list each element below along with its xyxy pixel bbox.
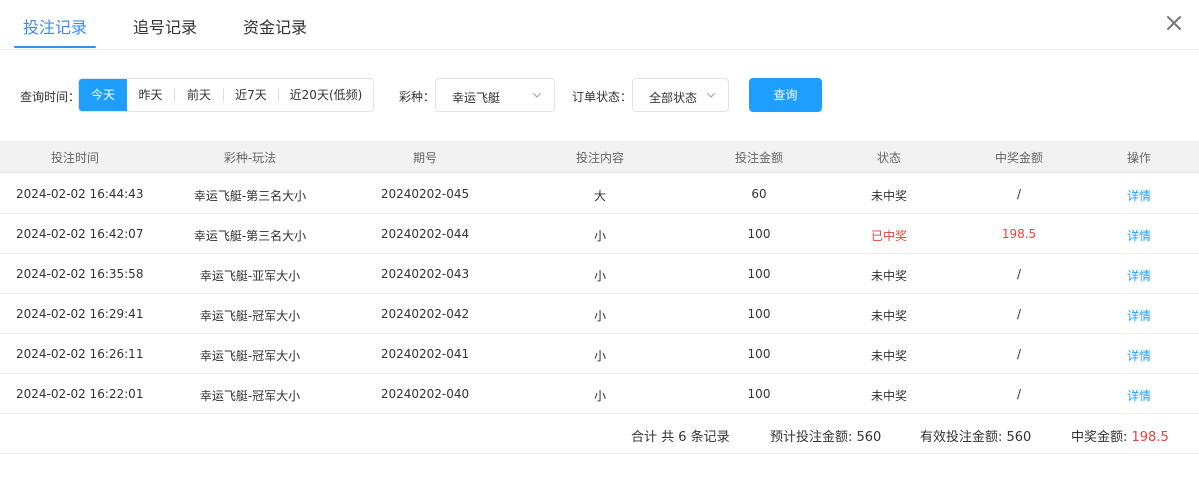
table-header: 投注时间 彩种-玩法 期号 投注内容 投注金额 状态 中奖金额 操作 bbox=[0, 141, 1199, 173]
filter-bar: 查询时间： 今天 昨天 前天 近7天 近20天(低频) 彩种： 幸运飞艇 订单状… bbox=[0, 78, 1199, 112]
lottery-play-cell: 幸运飞艇-第三名大小 bbox=[193, 229, 307, 243]
status-cell: 未中奖 bbox=[870, 349, 908, 363]
expected-bet-value: 560 bbox=[856, 430, 882, 445]
close-button[interactable] bbox=[1163, 12, 1185, 34]
status-cell: 已中奖 bbox=[870, 229, 908, 243]
lottery-select[interactable]: 幸运飞艇 bbox=[435, 78, 555, 112]
expected-bet-label: 预计投注金额: bbox=[770, 430, 857, 445]
bet-content-cell: 小 bbox=[593, 349, 607, 363]
status-select-value: 全部状态 bbox=[649, 91, 698, 105]
summary-bar: 合计 共 6 条记录 预计投注金额: 560 有效投注金额: 560 中奖金额:… bbox=[0, 413, 1199, 454]
column-header-bet-time: 投注时间 bbox=[50, 151, 100, 165]
status-cell: 未中奖 bbox=[870, 189, 908, 203]
expected-bet-total: 预计投注金额: 560 bbox=[770, 426, 881, 445]
bet-time-cell: 2024-02-02 16:22:01 bbox=[16, 387, 144, 401]
bet-content-cell: 大 bbox=[593, 189, 607, 203]
table-row: 2024-02-02 16:26:11 幸运飞艇-冠军大小 20240202-0… bbox=[0, 334, 1199, 374]
bet-time-cell: 2024-02-02 16:29:41 bbox=[16, 307, 144, 321]
status-cell: 未中奖 bbox=[870, 269, 908, 283]
status-cell: 未中奖 bbox=[870, 309, 908, 323]
bet-time-cell: 2024-02-02 16:42:07 bbox=[16, 227, 144, 241]
bet-amount-cell: 100 bbox=[747, 347, 771, 361]
table-row: 2024-02-02 16:35:58 幸运飞艇-亚军大小 20240202-0… bbox=[0, 254, 1199, 294]
details-link[interactable]: 详情 bbox=[1127, 347, 1151, 364]
issue-cell: 20240202-042 bbox=[380, 307, 470, 321]
bet-amount-cell: 100 bbox=[747, 307, 771, 321]
table-row: 2024-02-02 16:29:41 幸运飞艇-冠军大小 20240202-0… bbox=[0, 294, 1199, 334]
lottery-play-cell: 幸运飞艇-冠军大小 bbox=[199, 389, 301, 403]
column-header-issue: 期号 bbox=[412, 151, 438, 165]
lottery-play-cell: 幸运飞艇-冠军大小 bbox=[199, 349, 301, 363]
column-header-win-amount: 中奖金额 bbox=[994, 151, 1044, 165]
time-option-yesterday[interactable]: 昨天 bbox=[127, 79, 174, 111]
issue-cell: 20240202-044 bbox=[380, 227, 470, 241]
column-header-bet-content: 投注内容 bbox=[575, 151, 625, 165]
time-option-7-days[interactable]: 近7天 bbox=[224, 79, 278, 111]
close-icon bbox=[1167, 16, 1181, 30]
chevron-down-icon bbox=[706, 92, 716, 98]
status-cell: 未中奖 bbox=[870, 389, 908, 403]
time-option-20-days[interactable]: 近20天(低频) bbox=[279, 79, 373, 111]
column-header-action: 操作 bbox=[1126, 151, 1152, 165]
tab-chase-records[interactable]: 追号记录 bbox=[133, 14, 197, 38]
valid-bet-value: 560 bbox=[1006, 430, 1032, 445]
tab-bet-records[interactable]: 投注记录 bbox=[23, 14, 87, 38]
details-link[interactable]: 详情 bbox=[1127, 227, 1151, 244]
win-amount-cell: / bbox=[1016, 347, 1022, 361]
bet-time-cell: 2024-02-02 16:35:58 bbox=[16, 267, 144, 281]
time-option-today[interactable]: 今天 bbox=[79, 79, 127, 111]
details-link[interactable]: 详情 bbox=[1127, 387, 1151, 404]
details-link[interactable]: 详情 bbox=[1127, 187, 1151, 204]
bet-time-cell: 2024-02-02 16:44:43 bbox=[16, 187, 144, 201]
table-row: 2024-02-02 16:42:07 幸运飞艇-第三名大小 20240202-… bbox=[0, 214, 1199, 254]
lottery-select-value: 幸运飞艇 bbox=[452, 91, 501, 105]
table-row: 2024-02-02 16:44:43 幸运飞艇-第三名大小 20240202-… bbox=[0, 174, 1199, 214]
status-select[interactable]: 全部状态 bbox=[632, 78, 729, 112]
win-amount-cell: 198.5 bbox=[1001, 227, 1037, 241]
lottery-play-cell: 幸运飞艇-亚军大小 bbox=[199, 269, 301, 283]
bet-amount-cell: 60 bbox=[751, 187, 767, 201]
bet-content-cell: 小 bbox=[593, 309, 607, 323]
valid-bet-label: 有效投注金额: bbox=[920, 430, 1007, 445]
lottery-play-cell: 幸运飞艇-第三名大小 bbox=[193, 189, 307, 203]
bet-content-cell: 小 bbox=[593, 269, 607, 283]
win-amount-cell: / bbox=[1016, 387, 1022, 401]
win-amount-cell: / bbox=[1016, 187, 1022, 201]
win-amount-cell: / bbox=[1016, 267, 1022, 281]
win-total-value: 198.5 bbox=[1131, 430, 1169, 445]
lottery-filter-label: 彩种： bbox=[399, 90, 436, 104]
issue-cell: 20240202-045 bbox=[380, 187, 470, 201]
issue-cell: 20240202-043 bbox=[380, 267, 470, 281]
time-filter-label: 查询时间： bbox=[20, 90, 81, 104]
column-header-bet-amount: 投注金额 bbox=[734, 151, 784, 165]
lottery-play-cell: 幸运飞艇-冠军大小 bbox=[199, 309, 301, 323]
bet-amount-cell: 100 bbox=[747, 267, 771, 281]
details-link[interactable]: 详情 bbox=[1127, 307, 1151, 324]
bet-content-cell: 小 bbox=[593, 229, 607, 243]
bet-amount-cell: 100 bbox=[747, 387, 771, 401]
table-row: 2024-02-02 16:22:01 幸运飞艇-冠军大小 20240202-0… bbox=[0, 374, 1199, 414]
column-header-status: 状态 bbox=[876, 151, 902, 165]
valid-bet-total: 有效投注金额: 560 bbox=[920, 426, 1031, 445]
query-button[interactable]: 查询 bbox=[749, 78, 822, 112]
tab-bar: 投注记录 追号记录 资金记录 bbox=[0, 0, 1199, 50]
time-option-day-before[interactable]: 前天 bbox=[175, 79, 223, 111]
win-total-label: 中奖金额: bbox=[1071, 430, 1132, 445]
details-link[interactable]: 详情 bbox=[1127, 267, 1151, 284]
active-tab-indicator bbox=[14, 46, 96, 48]
tab-fund-records[interactable]: 资金记录 bbox=[243, 14, 307, 38]
status-filter-label: 订单状态： bbox=[572, 90, 633, 104]
bet-time-cell: 2024-02-02 16:26:11 bbox=[16, 347, 144, 361]
column-header-lottery-play: 彩种-玩法 bbox=[223, 151, 277, 165]
bet-content-cell: 小 bbox=[593, 389, 607, 403]
time-range-selector: 今天 昨天 前天 近7天 近20天(低频) bbox=[78, 78, 374, 112]
win-amount-cell: / bbox=[1016, 307, 1022, 321]
issue-cell: 20240202-040 bbox=[380, 387, 470, 401]
bet-amount-cell: 100 bbox=[747, 227, 771, 241]
chevron-down-icon bbox=[532, 92, 542, 98]
issue-cell: 20240202-041 bbox=[380, 347, 470, 361]
win-total: 中奖金额: 198.5 bbox=[1071, 426, 1169, 445]
record-count: 合计 共 6 条记录 bbox=[631, 430, 730, 445]
